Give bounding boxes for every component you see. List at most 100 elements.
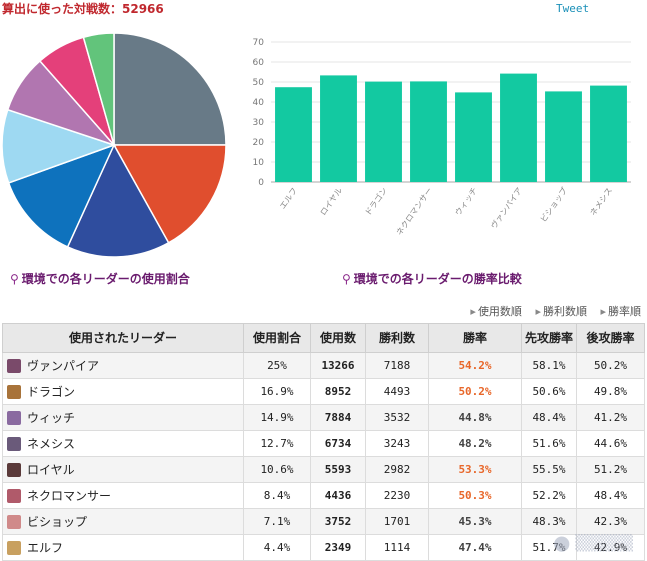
y-tick-label: 30 xyxy=(253,118,265,128)
first-rate-cell: 58.1% xyxy=(521,352,577,379)
wins-cell: 4493 xyxy=(365,378,429,405)
x-tick-label: ヴァンパイア xyxy=(488,185,524,230)
table-row: エルフ 4.4% 2349 1114 47.4% 51.7% 42.9% xyxy=(2,534,645,561)
second-rate-cell: 42.3% xyxy=(576,508,645,535)
win-rate-bar-chart: 0 10 20 30 40 50 60 70 エルフ ロイヤル ドラゴン ネクロマンサー ウィッチ ヴァン… xyxy=(253,38,631,237)
table-row: ビショップ 7.1% 3752 1701 45.3% 48.3% 42.3% xyxy=(2,508,645,535)
y-tick-label: 20 xyxy=(253,138,265,148)
bar xyxy=(590,85,627,182)
share-cell: 16.9% xyxy=(243,378,311,405)
pie-caption: ⚲ 環境での各リーダーの使用割合 xyxy=(10,272,190,286)
leader-name-cell: ロイヤル xyxy=(2,456,244,483)
y-tick-label: 70 xyxy=(253,38,265,48)
leader-name-cell: ドラゴン xyxy=(2,378,244,405)
leader-name-cell: ネクロマンサー xyxy=(2,482,244,509)
win-rate-cell: 45.3% xyxy=(428,508,522,535)
share-cell: 12.7% xyxy=(243,430,311,457)
win-rate-cell: 50.3% xyxy=(428,482,522,509)
leader-name: ネクロマンサー xyxy=(27,489,112,503)
share-cell: 8.4% xyxy=(243,482,311,509)
col-count[interactable]: 使用数 xyxy=(310,323,366,353)
win-rate-cell: 47.4% xyxy=(428,534,522,561)
leader-name-cell: エルフ xyxy=(2,534,244,561)
leader-name-cell: ウィッチ xyxy=(2,404,244,431)
sort-links: 使用数順 勝利数順 勝率順 xyxy=(460,303,641,319)
first-rate-cell: 51.6% xyxy=(521,430,577,457)
x-tick-label: ロイヤル xyxy=(319,186,345,217)
bar xyxy=(365,81,402,182)
second-rate-cell: 42.9% xyxy=(576,534,645,561)
map-pin-icon: ⚲ xyxy=(342,272,351,286)
leader-name: ウィッチ xyxy=(27,411,76,425)
wins-cell: 2982 xyxy=(365,456,429,483)
count-cell: 3752 xyxy=(310,508,366,535)
table-header-row: 使用されたリーダー 使用割合 使用数 勝利数 勝率 先攻勝率 後攻勝率 xyxy=(2,323,645,353)
sort-by-usage-link[interactable]: 使用数順 xyxy=(470,305,522,318)
leader-avatar-icon xyxy=(7,437,21,451)
leader-name: ネメシス xyxy=(27,437,76,451)
first-rate-cell: 55.5% xyxy=(521,456,577,483)
x-tick-label: エルフ xyxy=(278,186,299,211)
y-tick-label: 50 xyxy=(253,78,265,88)
sort-by-wins-link[interactable]: 勝利数順 xyxy=(535,305,587,318)
col-wins[interactable]: 勝利数 xyxy=(365,323,429,353)
leader-name: ヴァンパイア xyxy=(27,359,100,373)
table-row: ウィッチ 14.9% 7884 3532 44.8% 48.4% 41.2% xyxy=(2,404,645,431)
win-rate-cell: 48.2% xyxy=(428,430,522,457)
win-rate-cell: 54.2% xyxy=(428,352,522,379)
x-tick-label: ドラゴン xyxy=(363,185,390,217)
share-cell: 25% xyxy=(243,352,311,379)
bar xyxy=(500,73,537,182)
leader-name-cell: ネメシス xyxy=(2,430,244,457)
leader-name-cell: ビショップ xyxy=(2,508,244,535)
second-rate-cell: 44.6% xyxy=(576,430,645,457)
col-win-rate[interactable]: 勝率 xyxy=(428,323,522,353)
table-row: ロイヤル 10.6% 5593 2982 53.3% 55.5% 51.2% xyxy=(2,456,645,483)
leader-stats-table: 使用されたリーダー 使用割合 使用数 勝利数 勝率 先攻勝率 後攻勝率 ヴァンパ… xyxy=(2,323,645,561)
y-tick-label: 10 xyxy=(253,158,265,168)
leader-avatar-icon xyxy=(7,489,21,503)
wins-cell: 3243 xyxy=(365,430,429,457)
wins-cell: 1701 xyxy=(365,508,429,535)
leader-name: ドラゴン xyxy=(27,385,76,399)
first-rate-cell: 48.4% xyxy=(521,404,577,431)
share-cell: 4.4% xyxy=(243,534,311,561)
col-share[interactable]: 使用割合 xyxy=(243,323,311,353)
tweet-button[interactable]: Tweet xyxy=(556,2,589,15)
col-first-rate[interactable]: 先攻勝率 xyxy=(521,323,577,353)
leader-avatar-icon xyxy=(7,541,21,555)
count-cell: 5593 xyxy=(310,456,366,483)
bar xyxy=(545,91,582,182)
first-rate-cell: 48.3% xyxy=(521,508,577,535)
pie-slice xyxy=(113,32,227,146)
x-tick-label: ウィッチ xyxy=(453,186,479,217)
leader-avatar-icon xyxy=(7,463,21,477)
usage-pie-chart xyxy=(1,32,227,258)
win-rate-cell: 50.2% xyxy=(428,378,522,405)
share-cell: 14.9% xyxy=(243,404,311,431)
x-tick-label: ビショップ xyxy=(539,186,569,224)
table-row: ネメシス 12.7% 6734 3243 48.2% 51.6% 44.6% xyxy=(2,430,645,457)
count-cell: 4436 xyxy=(310,482,366,509)
second-rate-cell: 50.2% xyxy=(576,352,645,379)
second-rate-cell: 48.4% xyxy=(576,482,645,509)
share-cell: 10.6% xyxy=(243,456,311,483)
bar xyxy=(410,81,447,182)
sort-by-win-rate-link[interactable]: 勝率順 xyxy=(600,305,641,318)
count-cell: 7884 xyxy=(310,404,366,431)
col-second-rate[interactable]: 後攻勝率 xyxy=(576,323,645,353)
y-tick-label: 60 xyxy=(253,58,265,68)
leader-avatar-icon xyxy=(7,411,21,425)
second-rate-cell: 51.2% xyxy=(576,456,645,483)
first-rate-cell: 52.2% xyxy=(521,482,577,509)
map-pin-icon: ⚲ xyxy=(10,272,19,286)
first-rate-cell: 50.6% xyxy=(521,378,577,405)
bar xyxy=(275,87,312,182)
wins-cell: 7188 xyxy=(365,352,429,379)
x-tick-label: ネメシス xyxy=(588,186,614,217)
win-rate-cell: 53.3% xyxy=(428,456,522,483)
leader-name: ビショップ xyxy=(27,515,88,529)
col-leader[interactable]: 使用されたリーダー xyxy=(2,323,244,353)
wins-cell: 1114 xyxy=(365,534,429,561)
table-row: ヴァンパイア 25% 13266 7188 54.2% 58.1% 50.2% xyxy=(2,352,645,379)
